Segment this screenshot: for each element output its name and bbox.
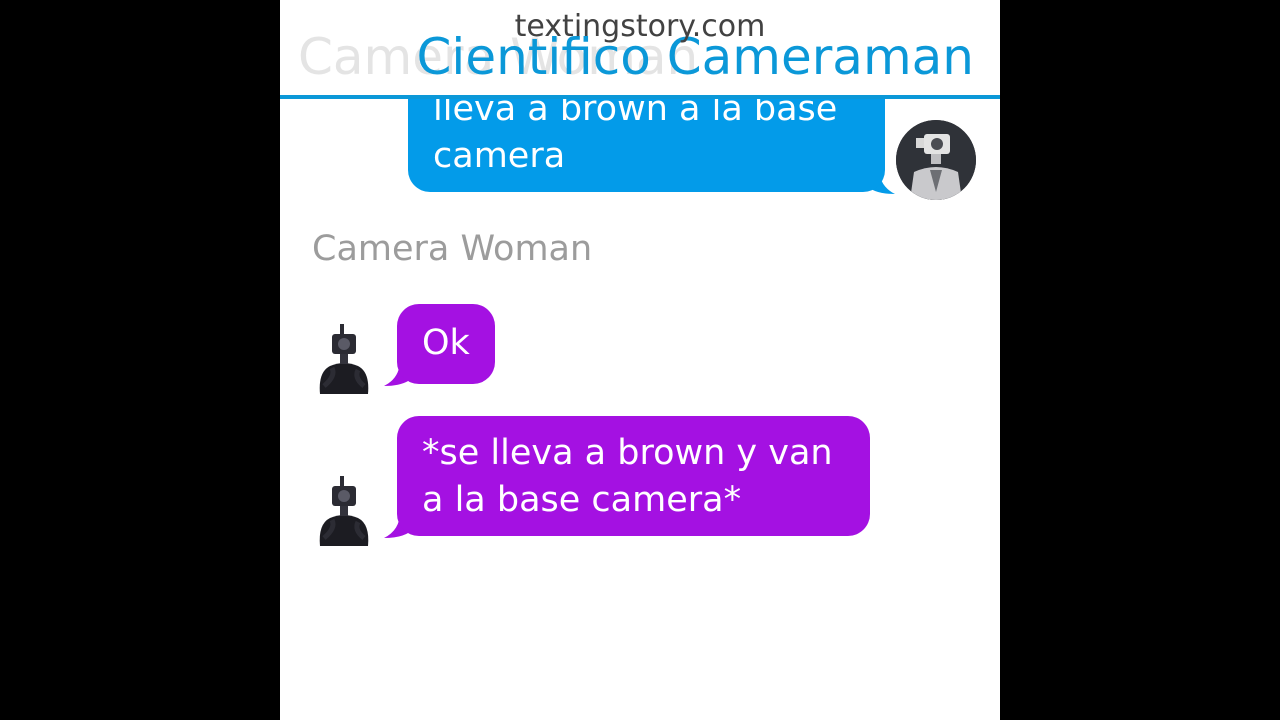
- camera-woman-avatar-icon[interactable]: [314, 472, 374, 546]
- outgoing-message-line-2: camera: [433, 136, 566, 176]
- chat-header: Camera Woman Cientifico Cameraman textin…: [280, 0, 1000, 97]
- header-divider: [280, 95, 1000, 99]
- camera-woman-avatar-icon[interactable]: [314, 320, 374, 394]
- incoming-message-bubble[interactable]: Ok: [397, 304, 495, 384]
- incoming-message-line-1: *se lleva a brown y van: [422, 433, 833, 473]
- incoming-message-line-2: a la base camera*: [422, 480, 742, 520]
- cameraman-avatar-icon[interactable]: [896, 120, 976, 200]
- watermark: textingstory.com: [514, 9, 766, 44]
- incoming-message-bubble[interactable]: *se lleva a brown y van a la base camera…: [397, 416, 870, 536]
- video-frame: lleva a brown a la base camera Camera Wo…: [0, 0, 1280, 720]
- chat-screen: lleva a brown a la base camera Camera Wo…: [280, 0, 1000, 720]
- incoming-sender-name: Camera Woman: [312, 229, 593, 269]
- incoming-message-text: Ok: [422, 323, 470, 363]
